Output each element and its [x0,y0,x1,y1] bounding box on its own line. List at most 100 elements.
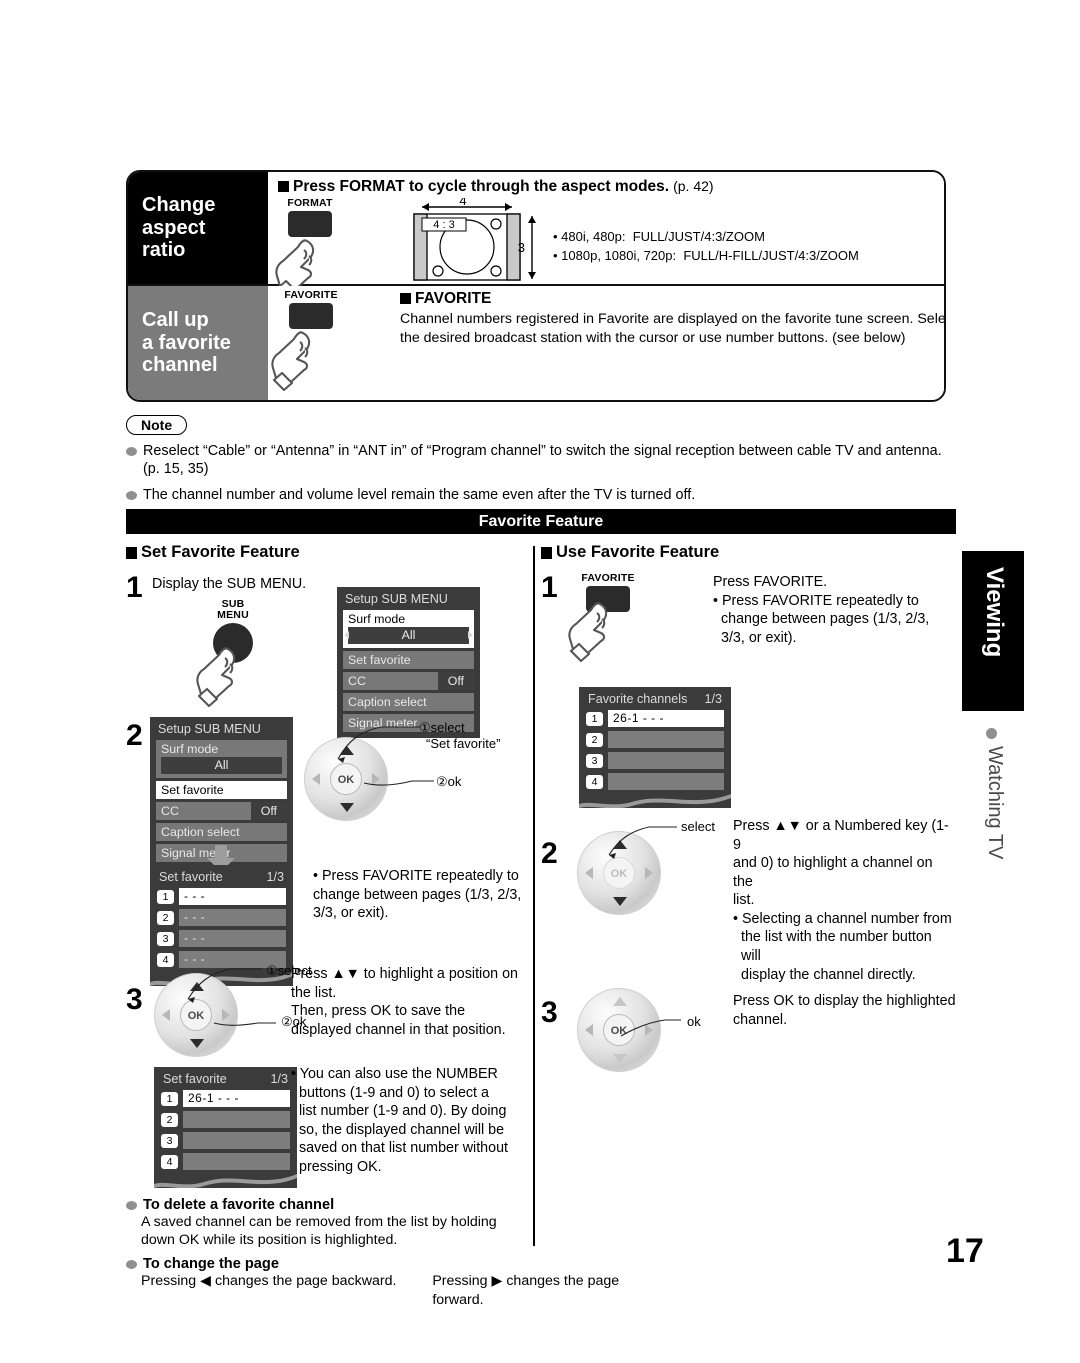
osd-surf-value[interactable]: All [161,757,282,774]
aspect-diagram: 4 4 : 3 3 [400,193,550,289]
left-arrow-icon[interactable] [585,1024,593,1036]
osd-item-caption-select[interactable]: Caption select [156,823,287,841]
callout-select-target: “Set favorite” [426,736,501,751]
change-page-forward: Pressing ▶ changes the page forward. [432,1273,620,1308]
favorite-key: 2 [161,1112,178,1127]
right-step1-line: Press FAVORITE. [713,574,828,590]
page-number: 17 [946,1232,984,1270]
favorite-channels-panel: Favorite channels 1/3 1 26-1 - - - 2 3 4 [579,687,731,808]
osd-item-set-favorite[interactable]: Set favorite [156,781,287,799]
favorite-key: 4 [161,1154,178,1169]
callout-select: ①select [419,720,465,735]
aspect-inner-label: 4 : 3 [433,219,454,231]
right-step-2: 2 OK select Press ▲▼ or a Numbered key (… [541,817,952,983]
favorite-list-row[interactable]: 2 - - - [157,909,286,926]
pointing-hand-icon [196,647,236,708]
left-arrow-icon[interactable] [162,1009,170,1021]
favorite-key: 2 [586,732,603,747]
favorite-list-row[interactable]: 1 26-1 - - - [161,1090,290,1107]
osd-item-label: Set favorite [161,783,224,797]
right-step1-bullet: 3/3, or exit). [721,629,797,646]
osd-title: Setup SUB MENU [345,592,448,606]
step-text: Display the SUB MENU. [152,576,307,592]
right-step3-text: Press OK to display the highlighted chan… [733,992,958,1029]
operation-label-line: channel [142,354,218,377]
operation-label-line: Change [142,194,216,217]
favorite-value: 26-1 - - - [183,1090,290,1107]
favorite-button[interactable] [289,302,333,329]
bullet-dot-icon [986,728,997,739]
torn-edge-icon [154,1170,297,1188]
osd-title-row: Favorite channels 1/3 [588,692,722,706]
left-arrow-icon[interactable] [585,867,593,879]
side-tab-subtitle: Watching TV [984,746,1006,860]
favorite-list-row[interactable]: 3 - - - [157,930,286,947]
operation-label-favorite: Call up a favorite channel [128,286,268,400]
down-arrow-icon[interactable] [613,897,627,906]
note-item-text: Reselect “Cable” or “Antenna” in “ANT in… [143,443,942,478]
left-arrow-icon[interactable] [312,773,320,785]
note-item: Reselect “Cable” or “Antenna” in “ANT in… [126,442,956,479]
right-step2-bullet: the list with the number button will [741,929,932,965]
right-step2-line: Press ▲▼ or a Numbered key (1-9 [733,818,949,853]
step2-note: • Press FAVORITE repeatedly to change be… [313,868,522,922]
step-number: 1 [541,571,558,604]
section-banner-title: Favorite Feature [478,512,604,530]
callout-select: select [681,819,715,834]
torn-edge-icon [579,790,731,808]
osd-item-cc[interactable]: CC Off [343,672,474,690]
favorite-list-row[interactable]: 4 [161,1153,290,1170]
change-page-heading: To change the page [126,1256,646,1272]
extra-notes: To delete a favorite channel A saved cha… [126,1190,646,1309]
delete-favorite-line: A saved channel can be removed from the … [141,1214,497,1230]
favorite-list-row[interactable]: 4 [586,773,724,790]
osd-item-value: Off [250,802,287,820]
favorite-list-row[interactable]: 2 [586,731,724,748]
osd-surf-label: Surf mode [161,742,219,756]
osd-surf-value[interactable]: All [344,627,473,644]
osd-surf-mode[interactable]: Surf mode All [156,740,287,778]
favorite-list-row[interactable]: 3 [161,1132,290,1149]
favpanel-title: Favorite channels [588,692,688,706]
favorite-value [608,773,724,790]
operation-label-aspect: Change aspect ratio [128,172,268,284]
favorite-list-row[interactable]: 3 [586,752,724,769]
favorite-value: - - - [179,888,286,905]
operation-label-line: a favorite [142,331,231,354]
favorite-key: 1 [157,889,174,904]
step3-note: • You can also use the NUMBER buttons (1… [291,1065,531,1176]
step3-note-line: pressing OK. [299,1158,382,1175]
down-arrow-icon[interactable] [340,803,354,812]
favorite-list-row[interactable]: 2 [161,1111,290,1128]
favorite-list-row[interactable]: 1 - - - [157,888,286,905]
osd-item-caption-select[interactable]: Caption select [343,693,474,711]
favorite-value [608,752,724,769]
aspect-diagram-svg: 4 4 : 3 3 [413,193,536,281]
note-section: Note Reselect “Cable” or “Antenna” in “A… [126,415,956,504]
format-button[interactable] [288,210,332,237]
svg-text:3: 3 [518,240,525,255]
delete-favorite-body: A saved channel can be removed from the … [126,1213,646,1249]
favorite-list-row[interactable]: 1 26-1 - - - [586,710,724,727]
step-number: 1 [126,571,143,604]
step3-note-line: • You can also use the NUMBER [291,1066,498,1082]
osd-surf-mode[interactable]: Surf mode All [343,610,474,648]
svg-text:4: 4 [459,198,466,208]
step3-note-line: buttons (1-9 and 0) to select a [299,1084,489,1101]
right-step1-bullet: change between pages (1/3, 2/3, [721,611,930,628]
step3-note-line: saved on that list number without [299,1140,509,1157]
favorite-heading: FAVORITE [400,290,944,308]
change-page-backward: Pressing ◀ changes the page backward. [141,1273,397,1290]
step3-text-line: Press ▲▼ to highlight a position on [291,966,518,982]
osd-item-set-favorite[interactable]: Set favorite [343,651,474,669]
favorite-key: 3 [586,753,603,768]
operation-label-line: aspect [142,216,206,239]
right-step1-text: Press FAVORITE. • Press FAVORITE repeate… [713,573,948,647]
osd-item-label: Caption select [348,695,427,709]
aspect-heading-text: Press FORMAT to cycle through the aspect… [293,178,670,195]
favorite-value: 26-1 - - - [608,710,724,727]
osd-item-cc[interactable]: CC Off [156,802,287,820]
left-step-2: 2 Setup SUB MENU Surf mode All Set favor… [126,717,526,986]
osd-item-label: CC [348,674,366,688]
operation-body-favorite: FAVORITE FAVORITE Channel numbers regist… [268,286,944,400]
